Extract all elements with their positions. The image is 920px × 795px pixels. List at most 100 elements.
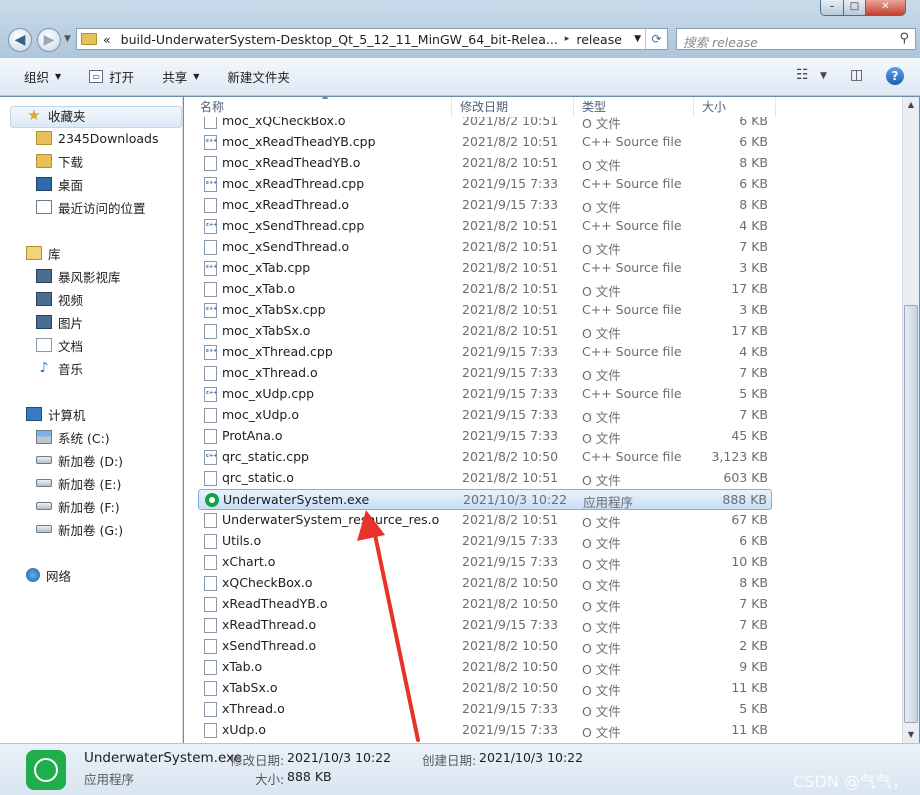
file-row[interactable]: xQCheckBox.o 2021/8/2 10:50 O 文件 8 KB <box>198 573 772 594</box>
file-size: 17 KB <box>731 281 768 296</box>
file-row-selected[interactable]: UnderwaterSystem.exe 2021/10/3 10:22 应用程序 8… <box>198 489 772 510</box>
nav-2345downloads[interactable]: 2345Downloads <box>36 127 158 149</box>
file-date: 2021/8/2 10:51 <box>462 470 559 485</box>
file-row[interactable]: ProtAna.o 2021/9/15 7:33 O 文件 45 KB <box>198 426 772 447</box>
file-row[interactable]: xUdp.o 2021/9/15 7:33 O 文件 11 KB <box>198 720 772 741</box>
file-row[interactable]: moc_xTabSx.cpp 2021/8/2 10:51 C++ Source f… <box>198 300 772 321</box>
nav-baofeng-library[interactable]: 暴风影视库 <box>36 265 121 287</box>
preview-pane-icon[interactable]: ◫ <box>850 67 863 83</box>
breadcrumb-separator[interactable]: ▸ <box>565 34 570 44</box>
new-folder-button[interactable]: 新建文件夹 <box>227 67 290 86</box>
nav-computer[interactable]: 计算机 <box>26 403 86 425</box>
vertical-scrollbar[interactable]: ▲ ▼ <box>902 97 919 743</box>
nav-videos[interactable]: 视频 <box>36 288 83 310</box>
refresh-icon[interactable]: ⟳ <box>645 29 667 49</box>
file-type: O 文件 <box>582 578 621 593</box>
breadcrumb-release[interactable]: release <box>576 32 622 47</box>
address-bar[interactable]: « build-UnderwaterSystem-Desktop_Qt_5_12… <box>76 28 668 50</box>
file-row[interactable]: xChart.o 2021/9/15 7:33 O 文件 10 KB <box>198 552 772 573</box>
column-type[interactable]: 类型 <box>576 97 694 117</box>
file-row[interactable]: xTab.o 2021/8/2 10:50 O 文件 9 KB <box>198 657 772 678</box>
nav-pictures[interactable]: 图片 <box>36 311 83 333</box>
file-row[interactable]: moc_xReadTheadYB.o 2021/8/2 10:51 O 文件 8 KB <box>198 153 772 174</box>
file-row[interactable]: moc_xThread.cpp 2021/9/15 7:33 C++ Source … <box>198 342 772 363</box>
address-dropdown-icon[interactable]: ▼ <box>634 34 641 44</box>
file-type: O 文件 <box>582 536 621 551</box>
file-row[interactable]: moc_xTab.cpp 2021/8/2 10:51 C++ Source fil… <box>198 258 772 279</box>
column-size[interactable]: 大小 <box>696 97 776 117</box>
file-row[interactable]: UnderwaterSystem_resource_res.o 2021/8/2 … <box>198 510 772 531</box>
maximize-button[interactable]: □ <box>843 0 865 15</box>
column-name[interactable]: 名称 <box>194 97 452 117</box>
file-date: 2021/8/2 10:51 <box>462 239 559 254</box>
search-input[interactable]: 搜索 release ⚲ <box>676 28 916 50</box>
file-name: moc_xSendThread.o <box>222 239 350 254</box>
file-icon <box>204 681 217 696</box>
file-row[interactable]: moc_xReadThread.cpp 2021/9/15 7:33 C++ Sou… <box>198 174 772 195</box>
nav-drive-g[interactable]: 新加卷 (G:) <box>36 518 123 540</box>
nav-libraries[interactable]: 库 <box>26 242 61 264</box>
open-button[interactable]: ▭ 打开 <box>89 67 134 86</box>
scroll-down-icon[interactable]: ▼ <box>903 727 919 743</box>
file-row[interactable]: xTabSx.o 2021/8/2 10:50 O 文件 11 KB <box>198 678 772 699</box>
file-size: 6 KB <box>739 134 768 149</box>
nav-label: 新加卷 (E:) <box>58 476 122 492</box>
file-row[interactable]: moc_xTab.o 2021/8/2 10:51 O 文件 17 KB <box>198 279 772 300</box>
nav-downloads[interactable]: 下载 <box>36 150 83 172</box>
nav-label: 计算机 <box>48 407 86 423</box>
file-row[interactable]: Utils.o 2021/9/15 7:33 O 文件 6 KB <box>198 531 772 552</box>
help-icon[interactable]: ? <box>886 67 904 85</box>
file-row[interactable]: moc_xSendThread.cpp 2021/8/2 10:51 C++ Sou… <box>198 216 772 237</box>
nav-network[interactable]: 网络 <box>26 564 71 586</box>
details-created-label: 创建日期: <box>422 753 477 768</box>
file-row[interactable]: qrc_static.cpp 2021/8/2 10:50 C++ Source f… <box>198 447 772 468</box>
minimize-button[interactable]: – <box>821 0 843 15</box>
file-row[interactable]: moc_xThread.o 2021/9/15 7:33 O 文件 7 KB <box>198 363 772 384</box>
file-size: 4 KB <box>739 344 768 359</box>
share-button[interactable]: 共享 ▼ <box>162 67 199 86</box>
history-dropdown-icon[interactable]: ▼ <box>64 34 71 44</box>
nav-drive-f[interactable]: 新加卷 (F:) <box>36 495 120 517</box>
file-row[interactable]: xReadTheadYB.o 2021/8/2 10:50 O 文件 7 KB <box>198 594 772 615</box>
nav-drive-e[interactable]: 新加卷 (E:) <box>36 472 121 494</box>
file-row[interactable]: moc_xTabSx.o 2021/8/2 10:51 O 文件 17 KB <box>198 321 772 342</box>
column-date[interactable]: 修改日期 <box>454 97 574 117</box>
file-row[interactable]: moc_xUdp.cpp 2021/9/15 7:33 C++ Source fil… <box>198 384 772 405</box>
search-icon[interactable]: ⚲ <box>899 31 909 46</box>
file-size: 5 KB <box>739 386 768 401</box>
organize-button[interactable]: 组织 ▼ <box>24 67 61 86</box>
file-row[interactable]: xThread.o 2021/9/15 7:33 O 文件 5 KB <box>198 699 772 720</box>
back-button[interactable]: ◀ <box>8 28 32 52</box>
view-dropdown-icon[interactable]: ▼ <box>820 71 827 81</box>
nav-documents[interactable]: 文档 <box>36 334 83 356</box>
scrollbar-thumb[interactable] <box>904 305 918 723</box>
file-row[interactable]: xSendThread.o 2021/8/2 10:50 O 文件 2 KB <box>198 636 772 657</box>
scroll-up-icon[interactable]: ▲ <box>903 97 919 113</box>
view-options-icon[interactable]: ☷ <box>796 67 809 83</box>
file-row[interactable]: moc_xReadThread.o 2021/9/15 7:33 O 文件 8 KB <box>198 195 772 216</box>
file-icon <box>204 639 217 654</box>
details-size-label: 大小: <box>255 772 285 787</box>
file-type: C++ Source file <box>582 176 682 191</box>
file-type: O 文件 <box>582 620 621 635</box>
forward-button[interactable]: ▶ <box>37 28 61 52</box>
command-bar: 组织 ▼ ▭ 打开 共享 ▼ 新建文件夹 ☷ ▼ ◫ ? <box>0 58 920 96</box>
file-date: 2021/9/15 7:33 <box>462 533 559 548</box>
breadcrumb-build-folder[interactable]: build-UnderwaterSystem-Desktop_Qt_5_12_1… <box>121 32 558 47</box>
close-button[interactable]: ✕ <box>865 0 905 15</box>
details-pane: UnderwaterSystem.exe 应用程序 修改日期: 2021/10/… <box>0 743 920 795</box>
nav-favorites[interactable]: ★ 收藏夹 <box>26 104 85 126</box>
file-name: moc_xReadTheadYB.o <box>222 155 361 170</box>
file-row[interactable]: moc_xSendThread.o 2021/8/2 10:51 O 文件 7 KB <box>198 237 772 258</box>
nav-desktop[interactable]: 桌面 <box>36 173 83 195</box>
nav-drive-d[interactable]: 新加卷 (D:) <box>36 449 123 471</box>
file-row[interactable]: xReadThread.o 2021/9/15 7:33 O 文件 7 KB <box>198 615 772 636</box>
nav-music[interactable]: ♪ 音乐 <box>36 357 83 379</box>
address-history-glyph[interactable]: « <box>103 32 111 47</box>
nav-recent-places[interactable]: 最近访问的位置 <box>36 196 146 218</box>
file-row[interactable]: qrc_static.o 2021/8/2 10:51 O 文件 603 KB <box>198 468 772 489</box>
file-row[interactable]: moc_xUdp.o 2021/9/15 7:33 O 文件 7 KB <box>198 405 772 426</box>
file-row[interactable]: moc_xReadTheadYB.cpp 2021/8/2 10:51 C++ So… <box>198 132 772 153</box>
nav-drive-c[interactable]: 系统 (C:) <box>36 426 110 448</box>
folder-icon <box>81 33 97 45</box>
